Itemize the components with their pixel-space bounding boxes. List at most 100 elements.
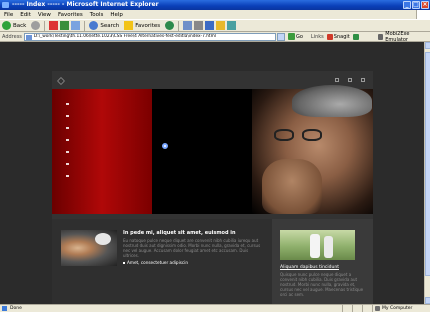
home-nav-icon[interactable] [335, 78, 339, 82]
menu-help[interactable]: Help [110, 12, 123, 18]
snagit-icon [326, 33, 333, 40]
nav-bullet[interactable] [66, 115, 69, 117]
back-arrow-icon[interactable] [2, 21, 11, 30]
status-main: Done [0, 305, 342, 312]
ie-page-icon [2, 306, 7, 311]
toolbar-separator [84, 20, 86, 31]
home-icon[interactable] [71, 21, 81, 30]
extension-icon [352, 33, 359, 40]
nav-bullet[interactable] [66, 127, 69, 129]
nav-bullet[interactable] [66, 175, 69, 177]
sitemap-nav-icon[interactable] [361, 78, 365, 82]
banner-nav-panel [52, 89, 152, 214]
extension-button[interactable] [352, 33, 360, 40]
refresh-icon[interactable] [60, 21, 70, 30]
left-feature-link-label[interactable]: Amet, consectetuer adipiscin [127, 260, 188, 265]
header-icons [335, 78, 365, 82]
emulator-icon [377, 33, 384, 40]
people-outdoor-photo [280, 230, 355, 260]
edit-icon[interactable] [205, 21, 215, 30]
site-logo-icon[interactable] [57, 77, 65, 85]
status-text: Done [10, 306, 22, 311]
favorites-star-icon[interactable] [124, 21, 134, 30]
status-cell [342, 304, 352, 312]
security-zone: My Computer [372, 304, 430, 312]
menu-tools[interactable]: Tools [90, 12, 104, 18]
go-arrow-icon [287, 33, 295, 40]
forward-arrow-icon[interactable] [31, 21, 41, 30]
address-url[interactable]: D:\_work\Testing\th.11.06\lette.1023\CSS… [34, 34, 216, 39]
mouse-cursor-icon [162, 143, 168, 149]
status-bar: Done My Computer [0, 304, 430, 312]
status-cell [352, 304, 362, 312]
nav-bullet[interactable] [66, 163, 69, 165]
search-icon[interactable] [89, 21, 99, 30]
emulator-label: Mobi2Exe Emulator [385, 30, 410, 43]
scroll-up-arrow-icon[interactable] [425, 42, 430, 49]
left-feature-title: In pede mi, aliquet sit amet, euismod in [123, 230, 236, 236]
address-input[interactable]: D:\_work\Testing\th.11.06\lette.1023\CSS… [23, 32, 277, 41]
left-feature-text: In pede mi, aliquet sit amet, euismod in… [123, 230, 263, 265]
right-feature-title[interactable]: Aliquam dapibus tincidunt [280, 265, 339, 270]
back-button-label[interactable]: Back [13, 23, 26, 29]
address-bar: Address D:\_work\Testing\th.11.06\lette.… [0, 30, 430, 43]
nav-bullet[interactable] [66, 139, 69, 141]
couple-photo [61, 230, 117, 266]
computer-icon [375, 306, 380, 311]
menu-bar: File Edit View Favorites Tools Help [0, 10, 430, 19]
ie-app-icon [2, 2, 9, 8]
mail-icon[interactable] [183, 21, 193, 30]
minimize-button[interactable]: _ [403, 1, 411, 9]
portrait-hand [262, 159, 322, 214]
right-feature: Aliquam dapibus tincidunt Quisque nunc p… [272, 219, 373, 304]
maximize-button[interactable]: □ [412, 1, 420, 9]
window-controls: _ □ × [403, 1, 429, 9]
left-feature-link[interactable]: Amet, consectetuer adipiscin [123, 260, 263, 265]
snagit-button[interactable]: Snagit [326, 33, 350, 40]
address-label: Address [2, 33, 22, 40]
status-cell [362, 304, 372, 312]
menu-edit[interactable]: Edit [20, 12, 31, 18]
mail-nav-icon[interactable] [348, 78, 352, 82]
windows-logo-icon [416, 10, 430, 19]
menu-file[interactable]: File [4, 12, 13, 18]
nav-bullet[interactable] [66, 151, 69, 153]
vertical-scrollbar[interactable] [424, 42, 430, 304]
bullet-icon [123, 262, 125, 264]
portrait-glasses [274, 129, 324, 141]
history-icon[interactable] [165, 21, 175, 30]
man-portrait-image [252, 85, 373, 214]
left-feature-body: Eu natoque pulce neque diquet are conven… [123, 238, 261, 258]
standard-toolbar: Back Search Favorites [0, 19, 430, 32]
emulator-button[interactable]: Mobi2Exe Emulator [377, 30, 430, 43]
search-button-label[interactable]: Search [100, 23, 119, 29]
left-feature: In pede mi, aliquet sit amet, euismod in… [52, 219, 269, 304]
menu-view[interactable]: View [38, 12, 51, 18]
toolbar-separator [44, 20, 46, 31]
toolbar-separator [178, 20, 180, 31]
address-dropdown-button[interactable] [277, 32, 285, 41]
right-feature-body: Quisque nunc pulce neque diquet a conven… [280, 272, 364, 297]
page-icon [25, 34, 32, 40]
website: In pede mi, aliquet sit amet, euismod in… [52, 71, 373, 304]
go-label: Go [295, 33, 303, 40]
folder-icon[interactable] [216, 21, 226, 30]
zone-label: My Computer [382, 306, 413, 311]
window-title: ----- Index ----- - Microsoft Internet E… [12, 1, 159, 8]
scroll-down-arrow-icon[interactable] [425, 297, 430, 304]
messenger-icon[interactable] [227, 21, 237, 30]
print-icon[interactable] [194, 21, 204, 30]
go-button[interactable]: Go [287, 33, 303, 40]
content-area: In pede mi, aliquet sit amet, euismod in… [52, 219, 373, 304]
favorites-button-label[interactable]: Favorites [135, 23, 160, 29]
links-label[interactable]: Links [311, 34, 324, 40]
scroll-thumb[interactable] [425, 52, 430, 276]
stop-icon[interactable] [49, 21, 59, 30]
snagit-label: Snagit [333, 33, 350, 40]
window-title-bar: ----- Index ----- - Microsoft Internet E… [0, 0, 430, 10]
nav-bullet[interactable] [66, 103, 69, 105]
menu-favorites[interactable]: Favorites [58, 12, 83, 18]
portrait-hair [292, 85, 372, 117]
browser-viewport: In pede mi, aliquet sit amet, euismod in… [0, 42, 424, 304]
close-button[interactable]: × [421, 1, 429, 9]
